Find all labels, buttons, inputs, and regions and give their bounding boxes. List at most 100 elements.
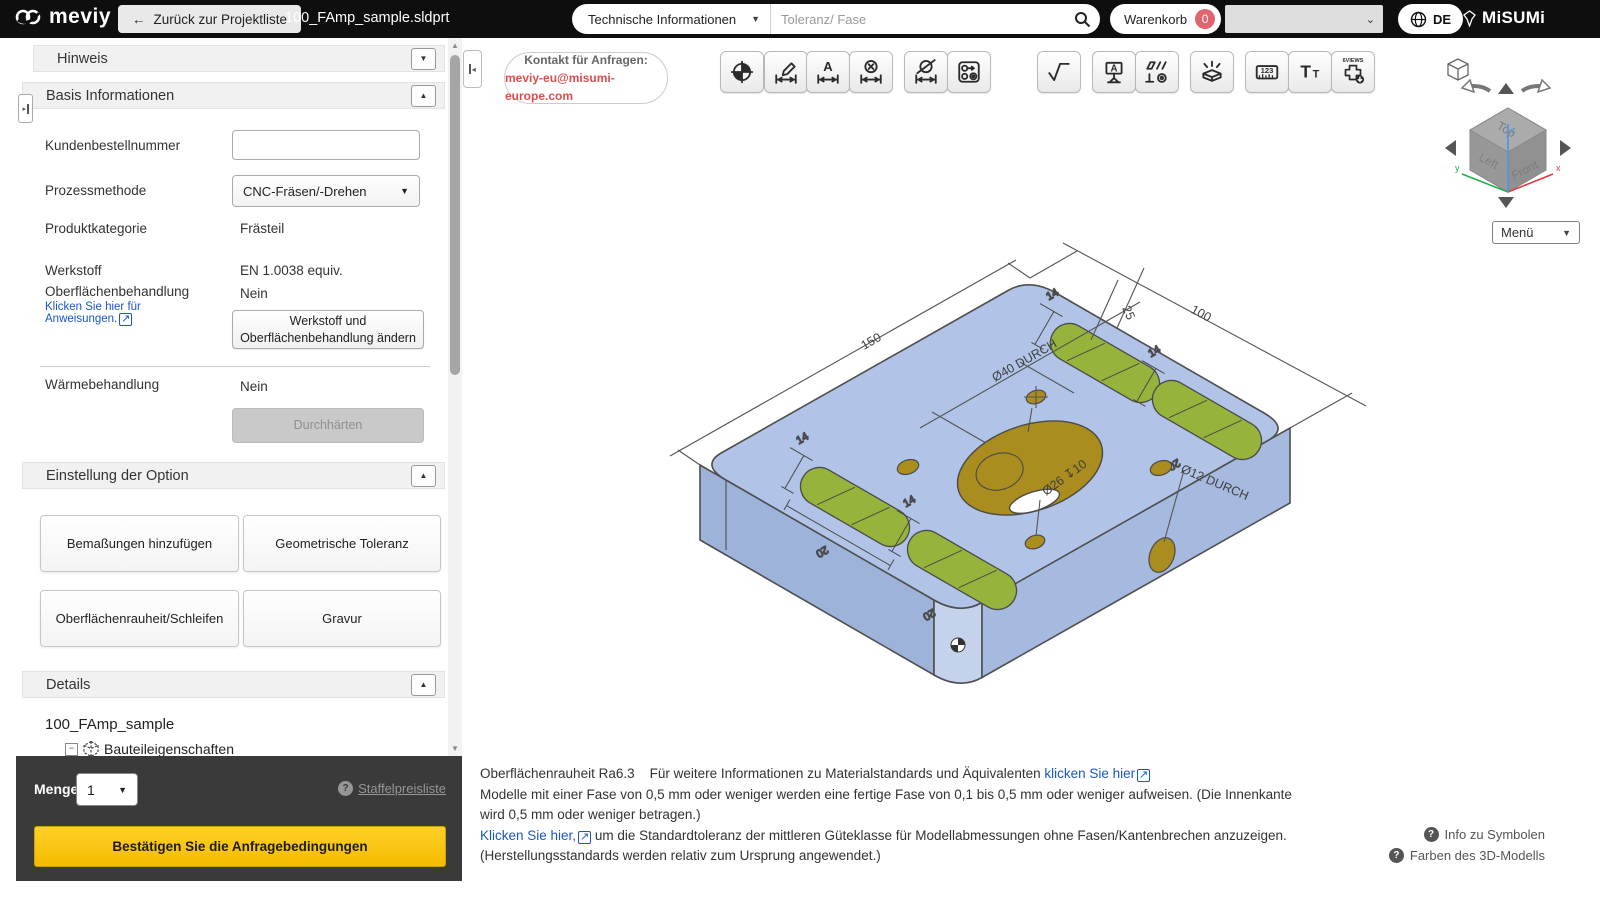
view-menu-button[interactable]: Menü ▼ xyxy=(1492,221,1580,244)
open-file-name: 100_FAmp_sample.sldprt xyxy=(285,10,450,26)
waermebehandlung-label: Wärmebehandlung xyxy=(45,377,160,392)
confirm-request-button[interactable]: Bestätigen Sie die Anfragebedingungen xyxy=(34,826,446,867)
add-dimension-button[interactable] xyxy=(764,51,808,93)
viewer-area: ◂ Kontakt für Anfragen: meviy-eu@misumi-… xyxy=(462,38,1600,900)
geometric-tolerance-label: Geometrische Toleranz xyxy=(275,536,409,551)
note-material-text: Für weitere Informationen zu Materialsta… xyxy=(649,766,1041,781)
view-menu-label: Menü xyxy=(1501,225,1534,240)
tree-root-part[interactable]: 100_FAmp_sample xyxy=(45,716,174,733)
change-material-button[interactable]: Werkstoff und Oberflächenbehandlung ände… xyxy=(232,310,424,349)
symbols-info-link[interactable]: ? Info zu Symbolen xyxy=(1423,827,1545,842)
project-select[interactable]: ⌄ xyxy=(1225,5,1383,33)
staffelpreisliste-link[interactable]: ? Staffelpreisliste xyxy=(338,781,446,796)
meviy-app: meviy ← Zurück zur Projektliste 100_FAmp… xyxy=(0,0,1600,900)
section-header-basis[interactable]: Basis Informationen ▲ xyxy=(22,82,445,109)
prozessmethode-select[interactable]: CNC-Fräsen/-Drehen ▼ xyxy=(232,175,420,207)
rotate-right-icon[interactable] xyxy=(1520,83,1541,93)
hide-dimension-button[interactable] xyxy=(904,51,948,93)
rotate-cube-left-icon[interactable] xyxy=(1445,140,1456,156)
external-link-icon: ↗ xyxy=(119,313,133,326)
language-button[interactable]: DE xyxy=(1398,4,1464,34)
basis-title: Basis Informationen xyxy=(46,87,175,104)
cart-button[interactable]: Warenkorb 0 xyxy=(1110,4,1222,34)
tree-node-label: Bauteileigenschaften xyxy=(104,741,234,757)
collapse-details-button[interactable]: ▲ xyxy=(411,673,436,696)
section-header-option[interactable]: Einstellung der Option ▲ xyxy=(22,462,445,489)
scroll-up-icon[interactable]: ▲ xyxy=(448,38,462,53)
measure-ruler-button[interactable]: 123 xyxy=(1245,51,1289,93)
rotate-left-icon[interactable] xyxy=(1471,83,1492,93)
caret-right-icon: ▸ xyxy=(22,105,26,113)
svg-text:6VIEWS: 6VIEWS xyxy=(1343,58,1364,64)
search-category-select[interactable]: Technische Informationen ▼ xyxy=(572,4,771,34)
ruler-123-icon: 123 xyxy=(1255,65,1279,80)
external-link-icon: ↗ xyxy=(578,830,592,844)
note-origin-line: (Herstellungsstandards werden relativ zu… xyxy=(480,848,881,863)
datum-frame-button[interactable]: A xyxy=(1092,51,1136,93)
sidebar-scrollbar[interactable]: ▲ ▼ xyxy=(448,38,462,756)
surface-roughness-tool-button[interactable] xyxy=(1037,51,1081,93)
engraving-button[interactable]: Gravur xyxy=(243,590,441,647)
surface-roughness-label: Oberflächenrauheit/Schleifen xyxy=(55,611,224,626)
produktkategorie-value: Frästeil xyxy=(240,221,285,236)
engraving-tool-button[interactable] xyxy=(1190,51,1234,93)
geometric-tolerance-tool-button[interactable] xyxy=(1135,51,1179,93)
panel-expand-handle[interactable]: ▸ xyxy=(18,94,33,123)
search-icon[interactable] xyxy=(1064,11,1100,28)
text-size-button[interactable]: TT xyxy=(1288,51,1332,93)
meviy-logo[interactable]: meviy xyxy=(14,5,111,29)
collapse-basis-button[interactable]: ▲ xyxy=(411,84,436,107)
misumi-wordmark: MiSUMi xyxy=(1482,8,1546,27)
caret-left-icon: ◂ xyxy=(471,64,476,74)
quantity-select[interactable]: 1 ▼ xyxy=(76,773,138,806)
delete-dimension-button[interactable] xyxy=(849,51,893,93)
edit-dimension-icon xyxy=(775,62,797,84)
anweisungen-link[interactable]: Klicken Sie hier für Anweisungen. ↗ xyxy=(45,301,141,326)
rotate-down-icon[interactable] xyxy=(1498,197,1514,208)
scroll-down-icon[interactable]: ▼ xyxy=(448,741,462,756)
surface-roughness-button[interactable]: Oberflächenrauheit/Schleifen xyxy=(40,590,239,647)
tree-collapse-icon[interactable]: − xyxy=(65,742,78,756)
hole-group-button[interactable] xyxy=(947,51,991,93)
axis-y-label: y xyxy=(1455,163,1460,173)
datum-target-button[interactable] xyxy=(720,51,764,93)
six-views-button[interactable]: 6VIEWS xyxy=(1331,51,1375,93)
svg-text:T: T xyxy=(1300,61,1311,81)
cad-viewport[interactable]: 14 20 14 20 14 14 20 150 100 25 Ø40 DURC… xyxy=(480,150,1380,730)
rotate-up-icon[interactable] xyxy=(1498,83,1514,94)
contact-pill: Kontakt für Anfragen: meviy-eu@misumi-eu… xyxy=(504,52,668,104)
home-view-icon[interactable] xyxy=(1447,58,1469,81)
chevron-down-icon: ▼ xyxy=(1562,227,1571,238)
standard-tolerance-link[interactable]: Klicken Sie hier, xyxy=(480,828,576,843)
material-standards-link[interactable]: klicken Sie hier xyxy=(1044,766,1135,781)
kundenbestellnummer-input[interactable] xyxy=(232,130,420,160)
search-bar: Technische Informationen ▼ xyxy=(572,4,1100,34)
model-colors-link[interactable]: ? Farben des 3D-Modells xyxy=(1388,848,1545,863)
search-input[interactable] xyxy=(771,11,1064,27)
back-to-projects-button[interactable]: ← Zurück zur Projektliste xyxy=(118,5,302,33)
add-dimensions-button[interactable]: Bemaßungen hinzufügen xyxy=(40,515,239,572)
meviy-logo-icon xyxy=(15,9,41,25)
delete-dimension-icon xyxy=(860,60,882,84)
panel-collapse-handle[interactable]: ◂ xyxy=(463,50,482,88)
scrollbar-thumb[interactable] xyxy=(450,55,460,375)
contact-email[interactable]: meviy-eu@misumi-europe.com xyxy=(505,69,667,105)
handle-bar xyxy=(27,103,29,114)
oberflaechenbehandlung-label: Oberflächenbehandlung xyxy=(45,284,190,299)
dimension-text-button[interactable]: A xyxy=(806,51,850,93)
engraving-label: Gravur xyxy=(322,611,362,626)
dim-width-100: 100 xyxy=(1189,302,1214,324)
section-header-hinweis[interactable]: Hinweis ▼ xyxy=(33,45,445,72)
confirm-request-label: Bestätigen Sie die Anfragebedingungen xyxy=(112,839,368,854)
collapse-option-button[interactable]: ▲ xyxy=(411,464,436,487)
details-title: Details xyxy=(46,676,91,693)
section-header-details[interactable]: Details ▲ xyxy=(22,671,445,698)
durchhaerten-button[interactable]: Durchhärten xyxy=(232,408,424,443)
geometric-tolerance-button[interactable]: Geometrische Toleranz xyxy=(243,515,441,572)
quantity-value: 1 xyxy=(87,781,95,798)
top-bar: meviy ← Zurück zur Projektliste 100_FAmp… xyxy=(0,0,1600,38)
rotate-cube-right-icon[interactable] xyxy=(1560,140,1571,156)
roughness-check-icon xyxy=(1048,62,1070,82)
view-cube-widget[interactable]: Top Left Front y x z xyxy=(1400,58,1585,233)
expand-hinweis-button[interactable]: ▼ xyxy=(411,47,436,70)
